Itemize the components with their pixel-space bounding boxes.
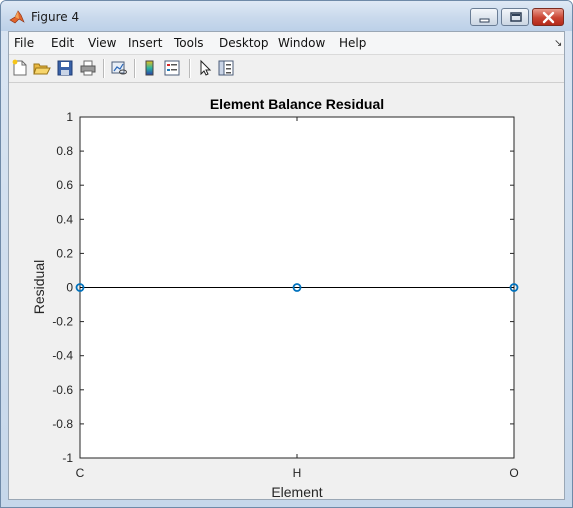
y-tick-label: 0.8 [56, 144, 73, 158]
y-tick-label: 0 [66, 281, 73, 295]
dock-arrow-icon[interactable]: ↘ [554, 38, 562, 49]
y-tick-label: 1 [66, 110, 73, 124]
menu-edit[interactable]: Edit [51, 36, 74, 50]
maximize-icon [510, 12, 522, 22]
window-title: Figure 4 [31, 10, 80, 24]
save-icon[interactable] [56, 59, 74, 77]
minimize-button[interactable] [470, 8, 498, 26]
figure-client-area: File Edit View Insert Tools Desktop Wind… [8, 31, 565, 500]
plot-svg: -1 -0.8 -0.6 -0.4 -0.2 0 0.2 0.4 0.6 0.8 1 C H O Ele… [31, 96, 519, 499]
y-tick-label: 0.2 [56, 246, 73, 260]
new-figure-icon[interactable] [11, 59, 29, 77]
toolbar-separator [103, 59, 104, 78]
x-tick-label: H [293, 466, 302, 480]
y-tick-label: -0.2 [52, 315, 73, 329]
menu-tools[interactable]: Tools [174, 36, 204, 50]
y-axis-label: Residual [31, 260, 47, 314]
close-icon [542, 11, 555, 24]
pointer-icon[interactable] [196, 59, 214, 77]
y-tick-label: -1 [62, 451, 73, 465]
matlab-icon [9, 10, 25, 24]
figure-toolbar [9, 55, 564, 83]
print-icon[interactable] [79, 59, 97, 77]
x-tick-label: O [509, 466, 518, 480]
x-axis-label: Element [271, 484, 322, 499]
toolbar-separator [189, 59, 190, 78]
chart-title: Element Balance Residual [210, 96, 384, 112]
minimize-icon [479, 18, 490, 23]
legend-icon[interactable] [163, 59, 181, 77]
toolbar-separator [134, 59, 135, 78]
menu-file[interactable]: File [14, 36, 34, 50]
menu-window[interactable]: Window [278, 36, 325, 50]
link-plot-icon[interactable] [110, 59, 128, 77]
title-bar[interactable]: Figure 4 [1, 1, 572, 31]
menu-view[interactable]: View [88, 36, 116, 50]
menu-desktop[interactable]: Desktop [219, 36, 269, 50]
y-tick-label: 0.6 [56, 178, 73, 192]
close-button[interactable] [532, 8, 564, 26]
menu-help[interactable]: Help [339, 36, 366, 50]
y-tick-label: -0.8 [52, 417, 73, 431]
menu-insert[interactable]: Insert [128, 36, 162, 50]
x-tick-label: C [76, 466, 85, 480]
colorbar-icon[interactable] [141, 59, 159, 77]
y-tick-label: 0.4 [56, 212, 73, 226]
figure-window: Figure 4 File Edit View Insert Tools Des… [0, 0, 573, 508]
maximize-button[interactable] [501, 8, 529, 26]
property-editor-icon[interactable] [217, 59, 235, 77]
figure-canvas: -1 -0.8 -0.6 -0.4 -0.2 0 0.2 0.4 0.6 0.8 1 C H O Ele… [9, 83, 564, 499]
menu-bar: File Edit View Insert Tools Desktop Wind… [9, 32, 564, 55]
y-tick-label: -0.4 [52, 349, 73, 363]
open-file-icon[interactable] [33, 59, 51, 77]
y-tick-label: -0.6 [52, 383, 73, 397]
